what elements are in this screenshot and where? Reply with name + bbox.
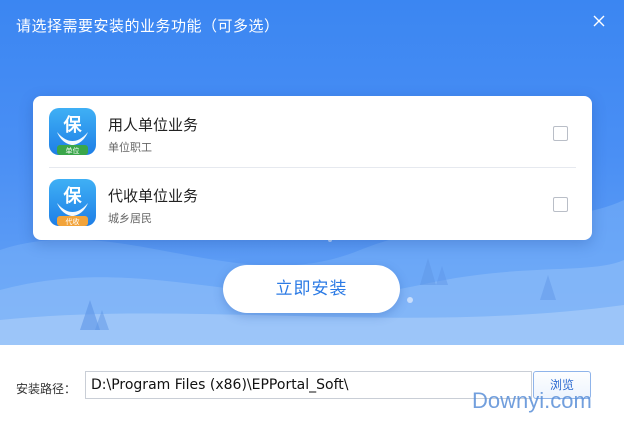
divider	[49, 167, 576, 168]
install-path-input[interactable]: D:\Program Files (x86)\EPPortal_Soft\	[85, 371, 532, 399]
option-name: 代收单位业务	[108, 187, 199, 205]
header-panel: 请选择需要安装的业务功能（可多选） 保 单位 用人单位业务 单位职工 保 代收 …	[0, 0, 624, 345]
option-collection-business[interactable]: 保 代收 代收单位业务 城乡居民	[33, 169, 592, 239]
close-icon	[593, 15, 605, 27]
window-title: 请选择需要安装的业务功能（可多选）	[16, 17, 280, 35]
options-card: 保 单位 用人单位业务 单位职工 保 代收 代收单位业务 城乡居民	[33, 96, 592, 240]
watermark: Downyi.com	[472, 388, 592, 413]
option-name: 用人单位业务	[108, 116, 199, 134]
insurance-app-icon: 保 单位	[49, 108, 96, 155]
option-employer-business[interactable]: 保 单位 用人单位业务 单位职工	[33, 98, 592, 168]
insurance-app-icon: 保 代收	[49, 179, 96, 226]
installer-window: 请选择需要安装的业务功能（可多选） 保 单位 用人单位业务 单位职工 保 代收 …	[0, 0, 624, 425]
install-path-label: 安装路径：	[16, 382, 77, 396]
option-description: 城乡居民	[108, 212, 152, 225]
svg-text:单位: 单位	[66, 146, 80, 155]
svg-text:代收: 代收	[66, 217, 80, 226]
close-button[interactable]	[590, 12, 608, 30]
option-checkbox[interactable]	[553, 197, 568, 212]
install-now-button[interactable]: 立即安装	[223, 265, 400, 313]
option-checkbox[interactable]	[553, 126, 568, 141]
svg-text:保: 保	[63, 185, 83, 207]
svg-text:保: 保	[63, 114, 83, 136]
option-description: 单位职工	[108, 141, 152, 154]
